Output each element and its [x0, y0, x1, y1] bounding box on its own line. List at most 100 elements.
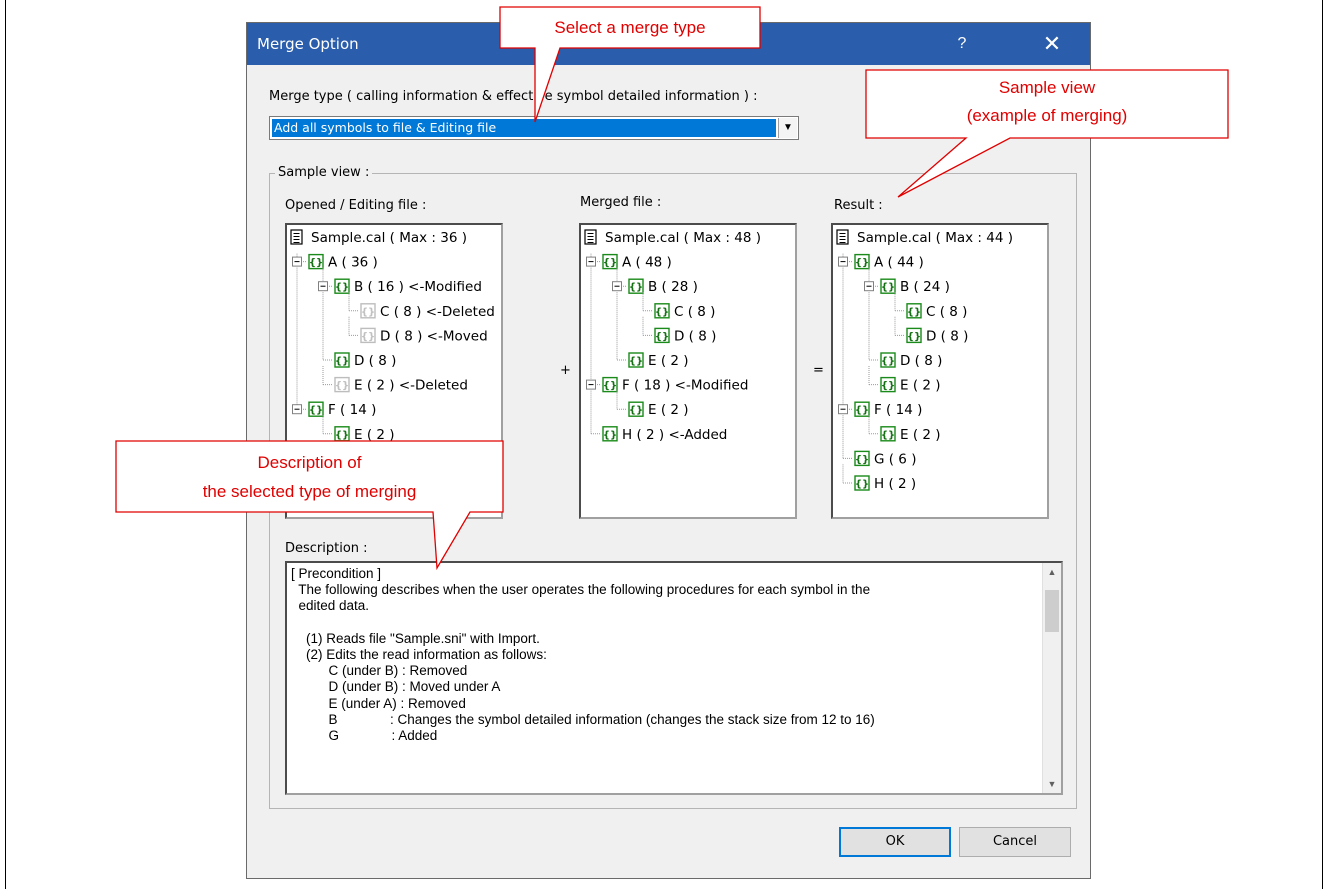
description-line: G : Added: [291, 727, 438, 743]
tree-node-label: D ( 8 ) <-Moved: [380, 328, 488, 344]
close-icon[interactable]: ✕: [1037, 31, 1067, 57]
tree-node[interactable]: {} B ( 28 ): [612, 267, 698, 296]
tree-node-label: H ( 2 ): [874, 476, 916, 492]
description-textarea[interactable]: [ Precondition ] The following describes…: [285, 561, 1063, 795]
symbol-braces-icon: {}: [880, 352, 896, 368]
tree-node-label: F ( 14 ): [874, 402, 922, 418]
tree-node-label: H ( 2 ) <-Added: [622, 427, 727, 443]
tree-node[interactable]: Sample.cal ( Max : 44 ): [836, 229, 1013, 246]
tree-node[interactable]: {} H ( 2 ): [842, 464, 916, 492]
chevron-down-icon[interactable]: ▼: [778, 118, 797, 138]
collapse-toggle-icon[interactable]: [838, 256, 848, 267]
tree-node-label: D ( 8 ): [674, 328, 716, 344]
tree-node[interactable]: {} D ( 8 ) <-Moved: [348, 316, 488, 345]
collapse-toggle-icon[interactable]: [586, 256, 596, 267]
collapse-toggle-icon[interactable]: [838, 404, 848, 415]
tree-node[interactable]: Sample.cal ( Max : 36 ): [290, 229, 467, 246]
tree-node-label: B ( 16 ) <-Modified: [354, 279, 482, 295]
symbol-braces-icon: {}: [880, 278, 896, 294]
tree-node[interactable]: {} A ( 48 ): [586, 253, 672, 271]
symbol-braces-icon: {}: [334, 426, 350, 442]
symbol-braces-icon: {}: [628, 352, 644, 368]
tree-node-label: C ( 8 ): [926, 304, 967, 320]
sample-view-callout-line2: (example of merging): [966, 106, 1128, 125]
collapse-toggle-icon[interactable]: [292, 404, 302, 415]
sample-view-callout-line1: Sample view: [998, 78, 1096, 97]
collapse-toggle-icon[interactable]: [864, 281, 874, 292]
tree-node[interactable]: {} E ( 2 ): [616, 390, 689, 419]
tree-node-label: A ( 48 ): [622, 255, 672, 271]
collapse-toggle-icon[interactable]: [318, 281, 328, 292]
tree-node[interactable]: {} A ( 44 ): [838, 253, 924, 271]
result-tree-svg: Sample.cal ( Max : 44 ) {} A ( 44 ) {} B ( 2…: [836, 229, 1013, 492]
merge-type-select[interactable]: Add all symbols to file & Editing file ▼: [269, 116, 799, 140]
symbol-braces-icon: {}: [906, 327, 922, 344]
scroll-up-icon[interactable]: ▲: [1043, 563, 1061, 581]
symbol-braces-icon: {}: [602, 376, 618, 393]
page-frame-right: [1322, 0, 1323, 889]
tree-node[interactable]: {} E ( 2 ): [868, 366, 941, 394]
svg-text:{}: {}: [881, 430, 895, 441]
tree-node[interactable]: Sample.cal ( Max : 48 ): [584, 229, 761, 246]
tree-node[interactable]: {} E ( 2 ): [322, 415, 395, 443]
description-label: Description :: [285, 541, 368, 556]
symbol-braces-icon: {}: [628, 278, 644, 294]
cancel-button[interactable]: Cancel: [959, 827, 1071, 857]
tree-node[interactable]: {} C ( 8 ) <-Deleted: [348, 292, 495, 320]
help-icon[interactable]: ?: [947, 31, 977, 57]
description-line: C (under B) : Removed: [291, 663, 468, 679]
svg-text:{}: {}: [335, 430, 349, 441]
svg-text:{}: {}: [603, 381, 617, 392]
scroll-thumb[interactable]: [1045, 590, 1059, 632]
scroll-down-icon[interactable]: ▼: [1043, 775, 1061, 793]
tree-node[interactable]: {} D ( 8 ): [894, 316, 968, 345]
collapse-toggle-icon[interactable]: [612, 281, 622, 292]
opened-file-tree[interactable]: Sample.cal ( Max : 36 ) {} A ( 36 ) {} B ( 1…: [285, 223, 503, 519]
document-icon: [290, 229, 303, 245]
merge-type-selected-value: Add all symbols to file & Editing file: [272, 119, 776, 137]
svg-text:{}: {}: [603, 430, 617, 441]
description-scrollbar[interactable]: ▲ ▼: [1042, 563, 1061, 793]
tree-node-label: E ( 2 ): [354, 427, 395, 443]
svg-text:{}: {}: [629, 356, 643, 367]
tree-node-label: D ( 8 ): [900, 353, 942, 369]
tree-node[interactable]: {} E ( 2 ): [868, 415, 941, 443]
svg-text:{}: {}: [881, 356, 895, 367]
tree-node[interactable]: {} E ( 2 ) <-Deleted: [322, 366, 468, 394]
merged-file-tree[interactable]: Sample.cal ( Max : 48 ) {} A ( 48 ) {} B ( 2…: [579, 223, 797, 519]
collapse-toggle-icon[interactable]: [586, 379, 596, 390]
svg-text:{}: {}: [309, 258, 323, 269]
tree-node-label: B ( 28 ): [648, 279, 698, 295]
tree-node-label: G ( 6 ): [874, 451, 916, 467]
tree-node[interactable]: {} B ( 16 ) <-Modified: [318, 267, 482, 296]
tree-node[interactable]: {} B ( 24 ): [864, 267, 950, 296]
result-tree[interactable]: Sample.cal ( Max : 44 ) {} A ( 44 ) {} B ( 2…: [831, 223, 1049, 519]
svg-text:{}: {}: [603, 258, 617, 269]
tree-node-label: Sample.cal ( Max : 36 ): [311, 230, 467, 246]
collapse-toggle-icon[interactable]: [292, 256, 302, 267]
description-line: [ Precondition ]: [291, 566, 382, 581]
description-line: E (under A) : Removed: [291, 695, 466, 711]
symbol-braces-icon: {}: [854, 475, 870, 491]
tree-node-label: C ( 8 ): [674, 304, 715, 320]
tree-node[interactable]: {} C ( 8 ): [894, 292, 967, 320]
merge-option-dialog: Merge Option ? ✕ Merge type ( calling in…: [246, 22, 1091, 879]
description-line: D (under B) : Moved under A: [291, 679, 501, 695]
svg-text:{}: {}: [907, 331, 921, 342]
svg-text:{}: {}: [881, 282, 895, 293]
symbol-braces-icon: {}: [906, 303, 922, 319]
ok-button[interactable]: OK: [839, 827, 951, 857]
tree-node-label: F ( 18 ) <-Modified: [622, 378, 748, 394]
tree-node[interactable]: {} C ( 8 ): [642, 292, 715, 320]
symbol-braces-icon: {}: [654, 303, 670, 319]
tree-node-label: F ( 14 ): [328, 402, 376, 418]
tree-node-label: D ( 8 ): [354, 353, 396, 369]
svg-text:{}: {}: [855, 405, 869, 416]
symbol-braces-icon: {}: [308, 401, 324, 417]
tree-node[interactable]: {} A ( 36 ): [292, 253, 378, 271]
svg-text:{}: {}: [335, 381, 349, 392]
sample-view-label: Sample view :: [275, 165, 373, 180]
equals-operator: =: [813, 363, 824, 378]
tree-node[interactable]: {} D ( 8 ): [642, 316, 716, 345]
merge-type-label: Merge type ( calling information & effec…: [269, 89, 758, 104]
